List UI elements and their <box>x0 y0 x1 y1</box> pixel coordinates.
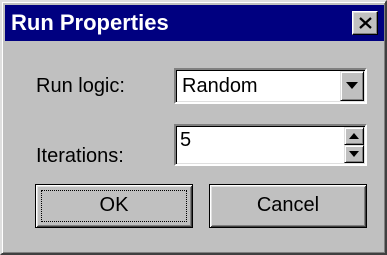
dialog-title: Run Properties <box>11 10 169 35</box>
close-button[interactable] <box>352 11 378 35</box>
title-bar[interactable]: Run Properties <box>5 5 384 41</box>
spin-down-button[interactable] <box>344 145 364 163</box>
cancel-button-label: Cancel <box>256 194 320 216</box>
run-logic-select[interactable]: Random <box>174 68 367 104</box>
close-icon <box>359 17 372 29</box>
iterations-value[interactable]: 5 <box>180 128 191 152</box>
ok-button-label: OK <box>99 194 129 216</box>
iterations-spinbox[interactable]: 5 <box>174 124 367 166</box>
cancel-button[interactable]: Cancel <box>209 184 367 228</box>
spin-up-button[interactable] <box>344 127 364 145</box>
iterations-label: Iterations: <box>36 145 124 167</box>
triangle-down-icon <box>346 82 358 89</box>
run-properties-dialog: Run Properties Run logic: Random Iterati… <box>0 0 387 255</box>
run-logic-value: Random <box>182 75 258 97</box>
run-logic-dropdown-button[interactable] <box>340 71 364 101</box>
triangle-up-icon <box>349 133 359 139</box>
ok-button[interactable]: OK <box>35 184 193 228</box>
run-logic-label: Run logic: <box>36 75 125 97</box>
triangle-down-icon <box>349 151 359 157</box>
